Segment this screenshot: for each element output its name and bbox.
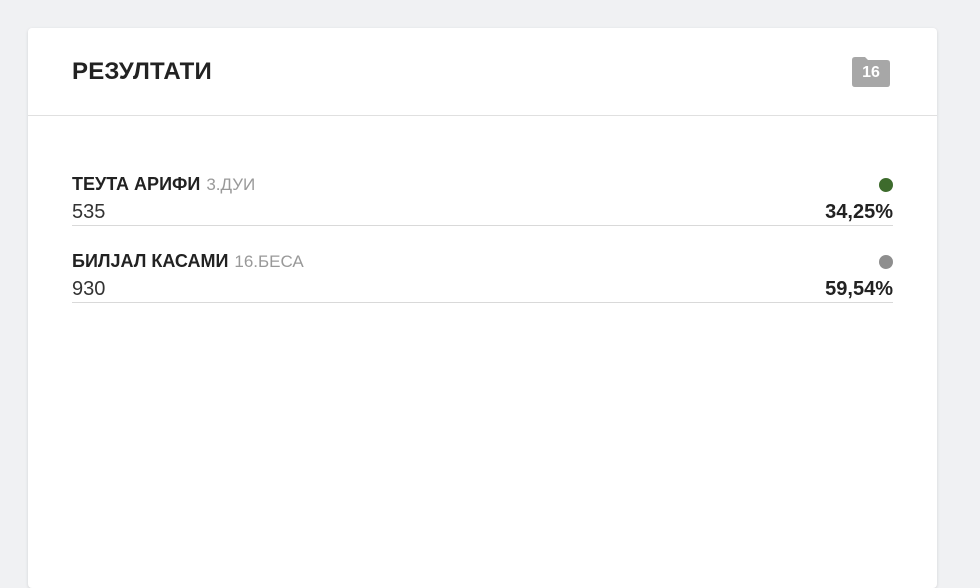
vote-percent: 34,25% (825, 201, 893, 223)
card-header: РЕЗУЛТАТИ 16 (28, 28, 937, 116)
results-list: ТЕУТА АРИФИ 3.ДУИ 535 34,25% БИЛЈАЛ КАСАМ… (72, 144, 893, 303)
badge-count: 16 (862, 64, 880, 81)
vote-percent: 59,54% (825, 278, 893, 300)
result-row: БИЛЈАЛ КАСАМИ 16.БЕСА 930 59,54% (72, 226, 893, 303)
result-row: ТЕУТА АРИФИ 3.ДУИ 535 34,25% (72, 144, 893, 226)
candidate-name: БИЛЈАЛ КАСАМИ (72, 251, 229, 271)
candidate-party: 16.БЕСА (234, 252, 304, 271)
results-title: РЕЗУЛТАТИ (72, 58, 212, 85)
status-dot (879, 178, 893, 192)
candidate-party: 3.ДУИ (206, 175, 256, 194)
status-dot (879, 255, 893, 269)
folder-count-badge[interactable]: 16 (852, 57, 890, 87)
vote-count: 535 (72, 201, 106, 223)
candidate-name: ТЕУТА АРИФИ (72, 174, 201, 194)
vote-count: 930 (72, 278, 106, 300)
results-card: РЕЗУЛТАТИ 16 ТЕУТА АРИФИ 3.ДУИ 535 34,25%… (28, 28, 937, 588)
